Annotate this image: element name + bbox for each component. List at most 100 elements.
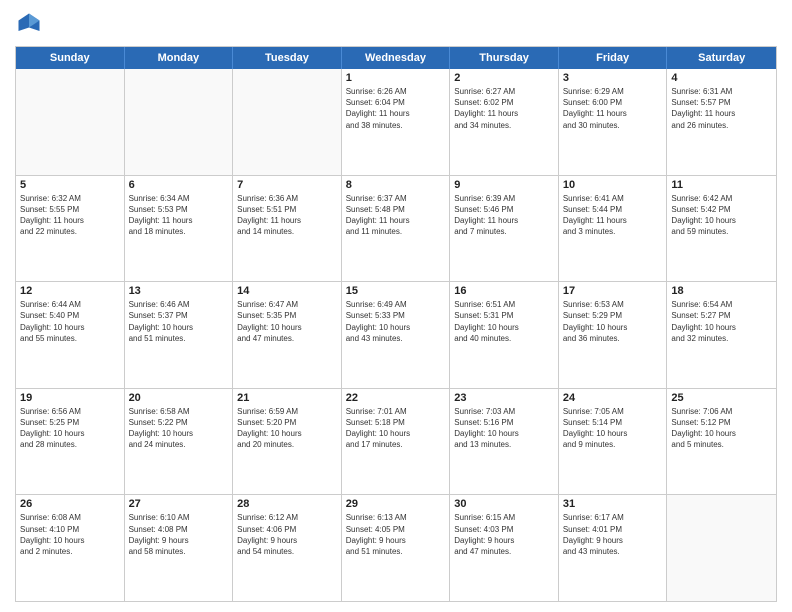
day-number: 16: [454, 285, 554, 297]
day-cell: 15 Sunrise: 6:49 AM Sunset: 5:33 PM Dayli…: [342, 282, 451, 388]
day-cell: 6 Sunrise: 6:34 AM Sunset: 5:53 PM Daylig…: [125, 176, 234, 282]
day-cell: [233, 69, 342, 175]
day-number: 28: [237, 498, 337, 510]
day-number: 1: [346, 72, 446, 84]
week-row-5: 26Sunrise: 6:08 AM Sunset: 4:10 PM Dayli…: [16, 495, 776, 601]
day-number: 10: [563, 179, 663, 191]
day-number: 21: [237, 392, 337, 404]
week-row-4: 19 Sunrise: 6:56 AM Sunset: 5:25 PM Dayli…: [16, 389, 776, 496]
page: SundayMondayTuesdayWednesdayThursdayFrid…: [0, 0, 792, 612]
day-cell: 24 Sunrise: 7:05 AM Sunset: 5:14 PM Dayli…: [559, 389, 668, 495]
day-number: 14: [237, 285, 337, 297]
day-number: 18: [671, 285, 772, 297]
day-number: 31: [563, 498, 663, 510]
day-number: 25: [671, 392, 772, 404]
day-header-friday: Friday: [559, 47, 668, 69]
logo: [15, 10, 47, 38]
day-number: 22: [346, 392, 446, 404]
day-info: Sunrise: 6:10 AM Sunset: 4:08 PM Dayligh…: [129, 512, 229, 557]
day-info: Sunrise: 6:15 AM Sunset: 4:03 PM Dayligh…: [454, 512, 554, 557]
day-cell: [667, 495, 776, 601]
day-cell: 2 Sunrise: 6:27 AM Sunset: 6:02 PM Daylig…: [450, 69, 559, 175]
day-cell: 19 Sunrise: 6:56 AM Sunset: 5:25 PM Dayli…: [16, 389, 125, 495]
day-cell: [125, 69, 234, 175]
day-cell: 11 Sunrise: 6:42 AM Sunset: 5:42 PM Dayli…: [667, 176, 776, 282]
day-cell: 23Sunrise: 7:03 AM Sunset: 5:16 PM Dayli…: [450, 389, 559, 495]
day-header-monday: Monday: [125, 47, 234, 69]
day-number: 3: [563, 72, 663, 84]
day-info: Sunrise: 6:17 AM Sunset: 4:01 PM Dayligh…: [563, 512, 663, 557]
day-info: Sunrise: 7:01 AM Sunset: 5:18 PM Dayligh…: [346, 406, 446, 451]
day-cell: 7Sunrise: 6:36 AM Sunset: 5:51 PM Daylig…: [233, 176, 342, 282]
day-number: 12: [20, 285, 120, 297]
day-number: 17: [563, 285, 663, 297]
day-cell: 10 Sunrise: 6:41 AM Sunset: 5:44 PM Dayli…: [559, 176, 668, 282]
calendar: SundayMondayTuesdayWednesdayThursdayFrid…: [15, 46, 777, 602]
day-header-thursday: Thursday: [450, 47, 559, 69]
day-header-sunday: Sunday: [16, 47, 125, 69]
calendar-body: 1 Sunrise: 6:26 AM Sunset: 6:04 PM Daylig…: [16, 69, 776, 601]
week-row-2: 5Sunrise: 6:32 AM Sunset: 5:55 PM Daylig…: [16, 176, 776, 283]
day-info: Sunrise: 6:54 AM Sunset: 5:27 PM Dayligh…: [671, 299, 772, 344]
day-info: Sunrise: 6:34 AM Sunset: 5:53 PM Dayligh…: [129, 193, 229, 238]
day-number: 6: [129, 179, 229, 191]
day-cell: 31 Sunrise: 6:17 AM Sunset: 4:01 PM Dayli…: [559, 495, 668, 601]
day-info: Sunrise: 6:56 AM Sunset: 5:25 PM Dayligh…: [20, 406, 120, 451]
day-cell: 8 Sunrise: 6:37 AM Sunset: 5:48 PM Daylig…: [342, 176, 451, 282]
day-header-tuesday: Tuesday: [233, 47, 342, 69]
day-info: Sunrise: 6:13 AM Sunset: 4:05 PM Dayligh…: [346, 512, 446, 557]
day-number: 9: [454, 179, 554, 191]
day-cell: 20Sunrise: 6:58 AM Sunset: 5:22 PM Dayli…: [125, 389, 234, 495]
day-cell: 29 Sunrise: 6:13 AM Sunset: 4:05 PM Dayli…: [342, 495, 451, 601]
day-info: Sunrise: 7:06 AM Sunset: 5:12 PM Dayligh…: [671, 406, 772, 451]
day-number: 13: [129, 285, 229, 297]
day-headers: SundayMondayTuesdayWednesdayThursdayFrid…: [16, 47, 776, 69]
day-info: Sunrise: 6:08 AM Sunset: 4:10 PM Dayligh…: [20, 512, 120, 557]
week-row-1: 1 Sunrise: 6:26 AM Sunset: 6:04 PM Daylig…: [16, 69, 776, 176]
day-info: Sunrise: 6:42 AM Sunset: 5:42 PM Dayligh…: [671, 193, 772, 238]
day-info: Sunrise: 6:53 AM Sunset: 5:29 PM Dayligh…: [563, 299, 663, 344]
day-number: 7: [237, 179, 337, 191]
day-info: Sunrise: 6:49 AM Sunset: 5:33 PM Dayligh…: [346, 299, 446, 344]
day-info: Sunrise: 6:37 AM Sunset: 5:48 PM Dayligh…: [346, 193, 446, 238]
day-number: 2: [454, 72, 554, 84]
day-info: Sunrise: 6:39 AM Sunset: 5:46 PM Dayligh…: [454, 193, 554, 238]
day-cell: 22 Sunrise: 7:01 AM Sunset: 5:18 PM Dayli…: [342, 389, 451, 495]
day-cell: 4Sunrise: 6:31 AM Sunset: 5:57 PM Daylig…: [667, 69, 776, 175]
day-cell: 16 Sunrise: 6:51 AM Sunset: 5:31 PM Dayli…: [450, 282, 559, 388]
day-info: Sunrise: 6:46 AM Sunset: 5:37 PM Dayligh…: [129, 299, 229, 344]
day-header-wednesday: Wednesday: [342, 47, 451, 69]
day-info: Sunrise: 6:58 AM Sunset: 5:22 PM Dayligh…: [129, 406, 229, 451]
day-number: 4: [671, 72, 772, 84]
day-info: Sunrise: 6:51 AM Sunset: 5:31 PM Dayligh…: [454, 299, 554, 344]
day-number: 24: [563, 392, 663, 404]
day-number: 30: [454, 498, 554, 510]
day-info: Sunrise: 6:44 AM Sunset: 5:40 PM Dayligh…: [20, 299, 120, 344]
day-number: 11: [671, 179, 772, 191]
day-cell: 5Sunrise: 6:32 AM Sunset: 5:55 PM Daylig…: [16, 176, 125, 282]
day-cell: 9 Sunrise: 6:39 AM Sunset: 5:46 PM Daylig…: [450, 176, 559, 282]
day-info: Sunrise: 6:26 AM Sunset: 6:04 PM Dayligh…: [346, 86, 446, 131]
day-cell: 18 Sunrise: 6:54 AM Sunset: 5:27 PM Dayli…: [667, 282, 776, 388]
day-cell: 26Sunrise: 6:08 AM Sunset: 4:10 PM Dayli…: [16, 495, 125, 601]
day-info: Sunrise: 6:27 AM Sunset: 6:02 PM Dayligh…: [454, 86, 554, 131]
day-cell: 25 Sunrise: 7:06 AM Sunset: 5:12 PM Dayli…: [667, 389, 776, 495]
day-info: Sunrise: 6:32 AM Sunset: 5:55 PM Dayligh…: [20, 193, 120, 238]
day-info: Sunrise: 7:03 AM Sunset: 5:16 PM Dayligh…: [454, 406, 554, 451]
day-number: 29: [346, 498, 446, 510]
day-cell: 12 Sunrise: 6:44 AM Sunset: 5:40 PM Dayli…: [16, 282, 125, 388]
week-row-3: 12 Sunrise: 6:44 AM Sunset: 5:40 PM Dayli…: [16, 282, 776, 389]
day-cell: 1 Sunrise: 6:26 AM Sunset: 6:04 PM Daylig…: [342, 69, 451, 175]
day-info: Sunrise: 7:05 AM Sunset: 5:14 PM Dayligh…: [563, 406, 663, 451]
day-info: Sunrise: 6:47 AM Sunset: 5:35 PM Dayligh…: [237, 299, 337, 344]
day-cell: 17 Sunrise: 6:53 AM Sunset: 5:29 PM Dayli…: [559, 282, 668, 388]
logo-icon: [15, 10, 43, 38]
day-number: 15: [346, 285, 446, 297]
day-number: 8: [346, 179, 446, 191]
day-cell: 21 Sunrise: 6:59 AM Sunset: 5:20 PM Dayli…: [233, 389, 342, 495]
day-header-saturday: Saturday: [667, 47, 776, 69]
day-info: Sunrise: 6:41 AM Sunset: 5:44 PM Dayligh…: [563, 193, 663, 238]
header: [15, 10, 777, 38]
day-number: 19: [20, 392, 120, 404]
day-info: Sunrise: 6:59 AM Sunset: 5:20 PM Dayligh…: [237, 406, 337, 451]
